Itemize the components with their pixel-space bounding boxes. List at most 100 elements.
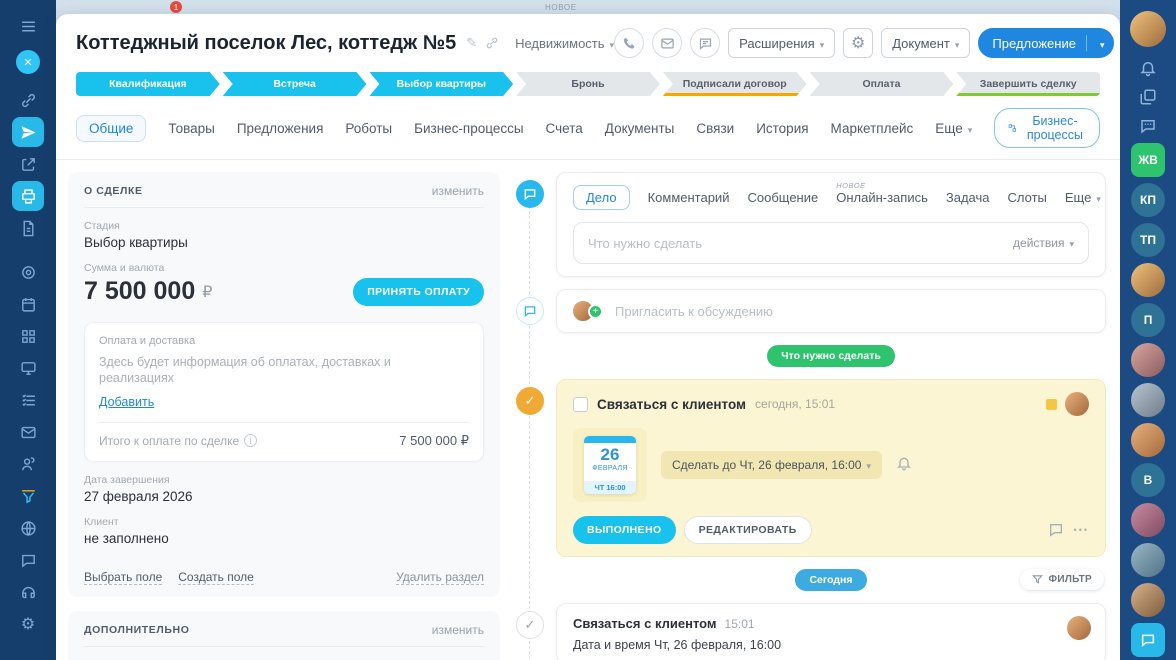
add-payment-link[interactable]: Добавить xyxy=(99,395,154,409)
delete-section-link[interactable]: Удалить раздел xyxy=(396,570,484,585)
stage-vstrecha[interactable]: Встреча xyxy=(223,72,367,96)
chat-avatar[interactable] xyxy=(1131,503,1165,537)
extensions-dropdown[interactable]: Расширения xyxy=(728,28,835,58)
chat-avatar[interactable] xyxy=(1131,423,1165,457)
mail-button[interactable] xyxy=(652,28,682,58)
crm-target-icon[interactable] xyxy=(12,257,44,287)
stage-podpisali-dogovor[interactable]: Подписали договор xyxy=(663,72,807,96)
business-process-button[interactable]: Бизнес-процессы xyxy=(994,108,1100,148)
phone-button[interactable] xyxy=(614,28,644,58)
tasks-checklist-icon[interactable] xyxy=(12,385,44,415)
stage-field-value[interactable]: Выбор квартиры xyxy=(84,235,484,250)
chat-avatar[interactable] xyxy=(1131,383,1165,417)
copy-link-icon[interactable] xyxy=(485,36,499,50)
edit-additional-link[interactable]: изменить xyxy=(432,623,484,637)
activity-checkbox[interactable] xyxy=(573,397,588,412)
avatar[interactable] xyxy=(1065,392,1089,416)
tab-tovary[interactable]: Товары xyxy=(168,121,214,136)
mail-icon[interactable] xyxy=(12,417,44,447)
add-user-icon[interactable] xyxy=(588,304,603,319)
tab-scheta[interactable]: Счета xyxy=(546,121,583,136)
todo-pill[interactable]: Что нужно сделать xyxy=(767,345,895,367)
chat-avatar[interactable]: КП xyxy=(1131,183,1165,217)
stack-icon[interactable] xyxy=(1133,85,1163,108)
link-icon[interactable] xyxy=(12,85,44,115)
composer-tab-more[interactable]: Еще xyxy=(1065,190,1101,205)
activity-title[interactable]: Связаться с клиентом xyxy=(597,397,746,412)
calendar-icon[interactable] xyxy=(12,289,44,319)
client-field-value[interactable]: не заполнено xyxy=(84,531,484,546)
apps-grid-icon[interactable] xyxy=(12,321,44,351)
create-field-link[interactable]: Создать поле xyxy=(178,570,254,585)
avatar[interactable] xyxy=(1067,616,1091,640)
tab-dokumenty[interactable]: Документы xyxy=(605,121,675,136)
chat-icon[interactable] xyxy=(12,545,44,575)
chat-avatar[interactable] xyxy=(1131,263,1165,297)
bell-icon[interactable] xyxy=(1133,56,1163,79)
settings-button[interactable] xyxy=(843,28,873,58)
info-icon[interactable] xyxy=(244,434,257,447)
close-icon[interactable] xyxy=(16,50,40,74)
today-pill[interactable]: Сегодня xyxy=(795,569,866,591)
headset-icon[interactable] xyxy=(12,577,44,607)
actions-dropdown[interactable]: действия xyxy=(1013,236,1074,250)
tab-svyazi[interactable]: Связи xyxy=(696,121,734,136)
settings-gear-icon[interactable] xyxy=(12,609,44,639)
tab-predlozheniya[interactable]: Предложения xyxy=(237,121,324,136)
accept-payment-button[interactable]: ПРИНЯТЬ ОПЛАТУ xyxy=(353,278,484,306)
collab-chat-icon[interactable] xyxy=(1131,623,1165,657)
sites-monitor-icon[interactable] xyxy=(12,353,44,383)
composer-tab-delo[interactable]: Дело xyxy=(573,185,630,210)
edit-button[interactable]: РЕДАКТИРОВАТЬ xyxy=(684,516,812,544)
document-icon[interactable] xyxy=(12,213,44,243)
composer-tab-soobshchenie[interactable]: Сообщение xyxy=(747,190,818,205)
tab-roboty[interactable]: Роботы xyxy=(345,121,392,136)
tab-marketpleis[interactable]: Маркетплейс xyxy=(831,121,914,136)
funnel-automation-icon[interactable] xyxy=(12,481,44,511)
chat-avatar[interactable]: ТП xyxy=(1131,223,1165,257)
print-icon[interactable] xyxy=(12,181,44,211)
chat-button[interactable] xyxy=(690,28,720,58)
composer-tab-kommentarii[interactable]: Комментарий xyxy=(648,190,730,205)
contacts-icon[interactable] xyxy=(12,449,44,479)
composer-tab-zadacha[interactable]: Задача xyxy=(946,190,990,205)
chat-avatar[interactable]: В xyxy=(1131,463,1165,497)
todo-input[interactable] xyxy=(588,236,1013,251)
messenger-icon[interactable] xyxy=(1133,114,1163,137)
stage-vybor-kvartiry[interactable]: Выбор квартиры xyxy=(369,72,513,96)
globe-icon[interactable] xyxy=(12,513,44,543)
more-options-icon[interactable] xyxy=(1074,525,1089,535)
tab-biznes-processy[interactable]: Бизнес-процессы xyxy=(414,121,523,136)
menu-icon[interactable] xyxy=(12,11,44,41)
document-dropdown[interactable]: Документ xyxy=(881,28,970,58)
deadline-dropdown[interactable]: Сделать до Чт, 26 февраля, 16:00 xyxy=(661,451,882,479)
composer-tab-sloty[interactable]: Слоты xyxy=(1008,190,1047,205)
edit-section-link[interactable]: изменить xyxy=(432,184,484,198)
composer-tab-online-zapis[interactable]: НОВОЕОнлайн-запись xyxy=(836,190,928,205)
tab-more[interactable]: Еще xyxy=(935,121,972,136)
send-icon[interactable] xyxy=(12,117,44,147)
invite-card[interactable]: Пригласить к обсуждению xyxy=(556,289,1106,333)
date-field-value[interactable]: 27 февраля 2026 xyxy=(84,489,484,504)
stage-zavershit-sdelku[interactable]: Завершить сделку xyxy=(956,72,1100,96)
stage-kvalifikaciya[interactable]: Квалификация xyxy=(76,72,220,96)
stage-oplata[interactable]: Оплата xyxy=(810,72,954,96)
offer-button[interactable]: Предложение xyxy=(978,28,1114,58)
deal-sum-value[interactable]: 7 500 000 xyxy=(84,277,195,306)
comment-icon[interactable] xyxy=(1048,522,1064,538)
chat-avatar[interactable]: П xyxy=(1131,303,1165,337)
filter-button[interactable]: ФИЛЬТР xyxy=(1020,569,1105,590)
user-avatar[interactable] xyxy=(1130,11,1166,47)
tab-istoriya[interactable]: История xyxy=(756,121,808,136)
select-field-link[interactable]: Выбрать поле xyxy=(84,570,162,585)
chat-avatar[interactable] xyxy=(1131,583,1165,617)
history-title[interactable]: Связаться с клиентом xyxy=(573,616,717,631)
tab-obshchie[interactable]: Общие xyxy=(76,115,146,142)
calendar-widget[interactable]: 26 февраля ЧТ 16:00 xyxy=(584,436,636,494)
chat-avatar[interactable]: ЖВ xyxy=(1131,143,1165,177)
stage-bron[interactable]: Бронь xyxy=(516,72,660,96)
category-dropdown[interactable]: Недвижимость xyxy=(515,36,614,51)
done-button[interactable]: ВЫПОЛНЕНО xyxy=(573,516,676,544)
chat-avatar[interactable] xyxy=(1131,343,1165,377)
reminder-bell-icon[interactable] xyxy=(896,455,912,476)
